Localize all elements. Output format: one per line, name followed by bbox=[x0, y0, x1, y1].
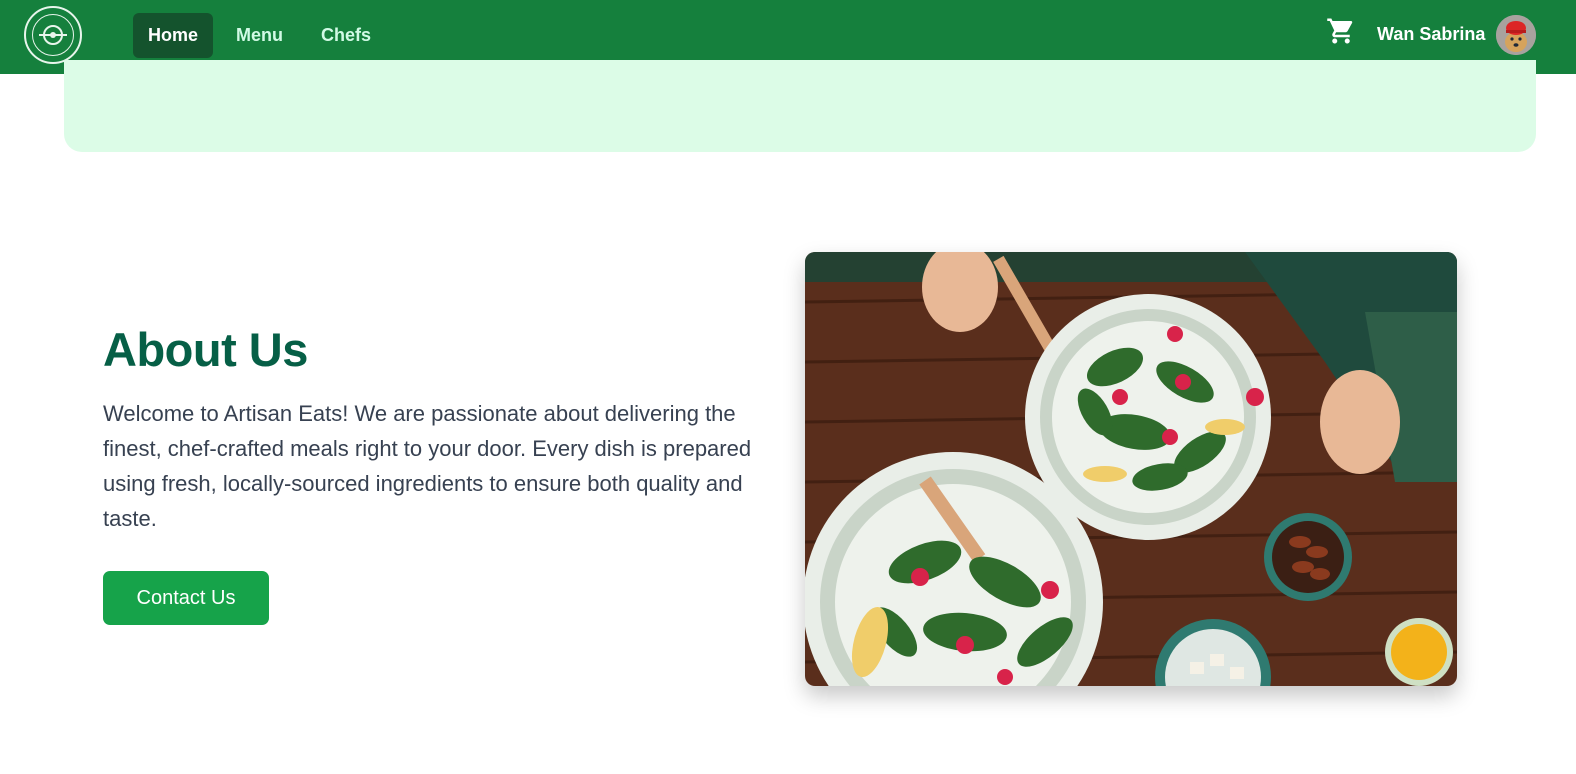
nav-home[interactable]: Home bbox=[133, 13, 214, 58]
main-nav: Home Menu Chefs bbox=[133, 13, 386, 58]
logo-plate-icon bbox=[32, 14, 74, 56]
fork-spoon-icon bbox=[39, 25, 67, 45]
shopping-cart-icon[interactable] bbox=[1326, 16, 1356, 46]
hero-banner bbox=[64, 60, 1536, 152]
user-name[interactable]: Wan Sabrina bbox=[1377, 24, 1485, 45]
nav-menu[interactable]: Menu bbox=[221, 13, 298, 58]
salad-photo bbox=[805, 252, 1457, 686]
nav-chefs[interactable]: Chefs bbox=[306, 13, 386, 58]
user-avatar[interactable] bbox=[1496, 15, 1536, 55]
about-description: Welcome to Artisan Eats! We are passiona… bbox=[103, 401, 752, 531]
contact-us-button[interactable]: Contact Us bbox=[103, 571, 269, 625]
brand-logo[interactable] bbox=[24, 6, 82, 64]
about-title: About Us bbox=[103, 323, 308, 376]
